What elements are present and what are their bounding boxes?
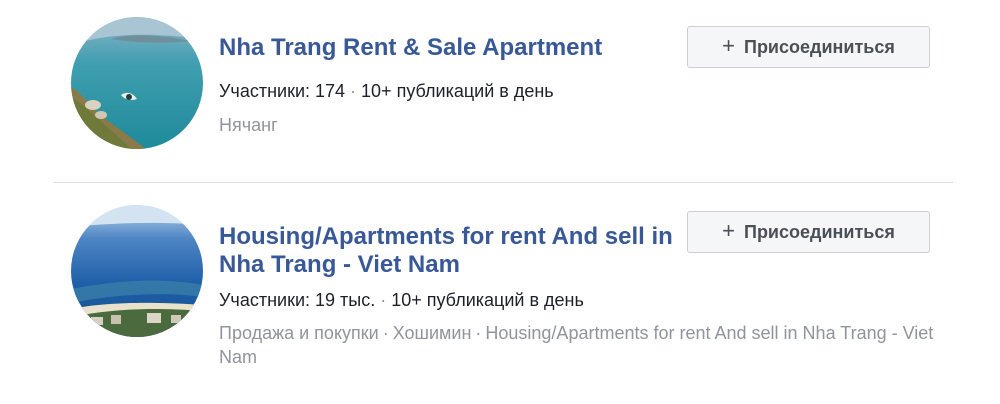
- group-details: Нячанг: [219, 113, 919, 137]
- plus-icon: +: [722, 218, 735, 243]
- group-name-link[interactable]: Housing/Apartments for rent And sell in …: [219, 223, 689, 279]
- separator-dot: ·: [350, 81, 357, 101]
- group-avatar[interactable]: [71, 17, 203, 149]
- group-photo-nha-trang-bay: [71, 17, 203, 149]
- join-group-button[interactable]: + Присоединиться: [687, 211, 930, 253]
- separator-dot: ·: [475, 323, 482, 343]
- member-count: Участники: 174: [219, 81, 346, 101]
- join-button-label: Присоединиться: [744, 36, 895, 57]
- plus-icon: +: [722, 33, 735, 58]
- post-frequency: 10+ публикаций в день: [361, 81, 554, 101]
- group-stats: Участники: 174 · 10+ публикаций в день: [219, 80, 554, 102]
- group-name-link[interactable]: Nha Trang Rent & Sale Apartment: [219, 34, 659, 62]
- join-button-label: Присоединиться: [744, 221, 895, 242]
- group-details: Продажа и покупки · Хошимин · Housing/Apartm…: [219, 321, 939, 369]
- separator-dot: ·: [382, 323, 389, 343]
- group-location: Хошимин: [392, 323, 472, 343]
- group-category: Продажа и покупки: [219, 323, 379, 343]
- group-list-item: Housing/Apartments for rent And sell in …: [0, 183, 1000, 404]
- group-photo-nha-trang-coast: [71, 205, 203, 337]
- group-stats: Участники: 19 тыс. · 10+ публикаций в день: [219, 289, 584, 311]
- group-list-item: Nha Trang Rent & Sale Apartment Участник…: [0, 0, 1000, 182]
- separator-dot: ·: [380, 290, 387, 310]
- group-location: Нячанг: [219, 115, 278, 135]
- group-avatar[interactable]: [71, 205, 203, 337]
- member-count: Участники: 19 тыс.: [219, 290, 376, 310]
- post-frequency: 10+ публикаций в день: [391, 290, 584, 310]
- join-group-button[interactable]: + Присоединиться: [687, 26, 930, 68]
